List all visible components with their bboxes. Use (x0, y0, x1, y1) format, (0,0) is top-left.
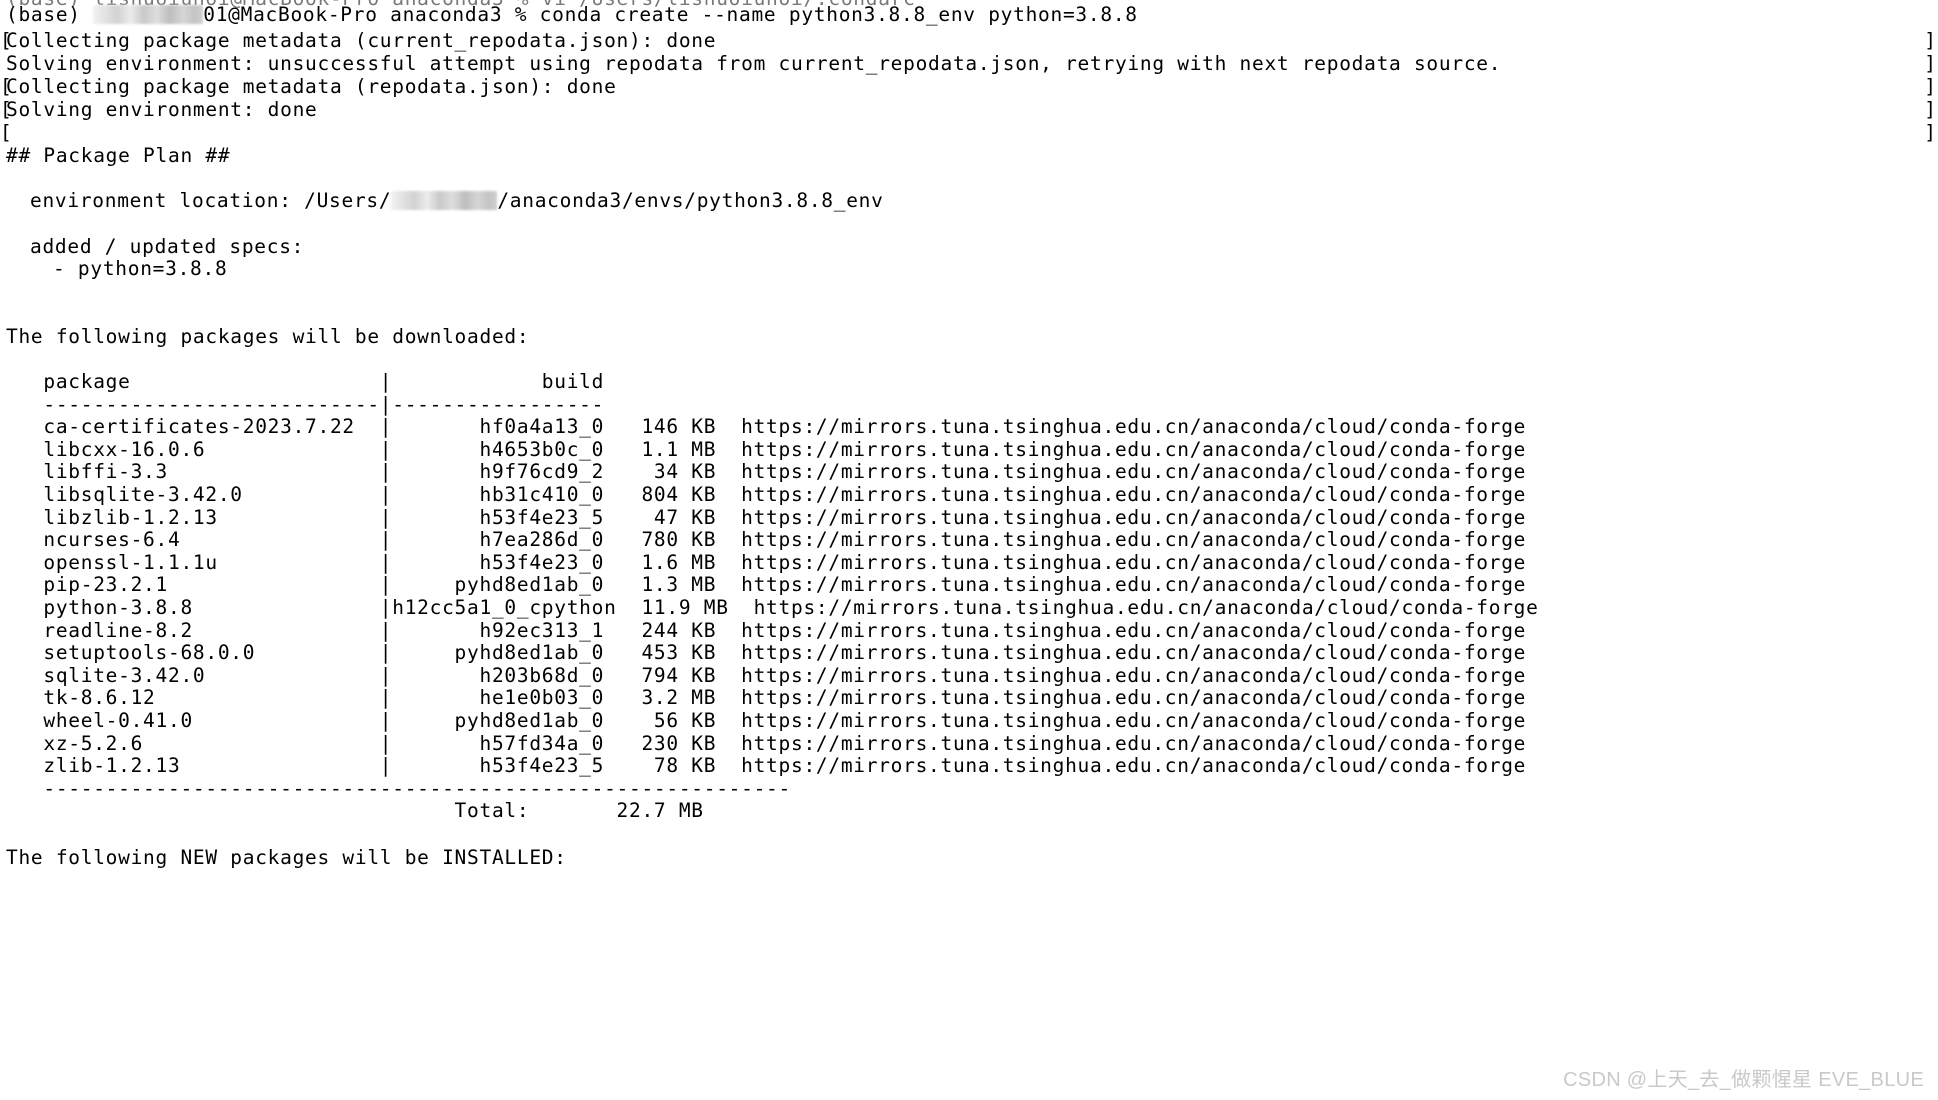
table-row: python-3.8.8 |h12cc5a1_0_cpython 11.9 MB… (6, 596, 1539, 619)
added-updated-spec-item: - python=3.8.8 (53, 257, 228, 280)
table-row: libsqlite-3.42.0 | hb31c410_0 804 KB htt… (6, 483, 1527, 506)
prompt-line: (base) 01@MacBook-Pro anaconda3 % conda … (6, 3, 1138, 27)
edge-artifact-left-2: [ (0, 75, 12, 98)
output-line-collecting-repodata: Collecting package metadata (repodata.js… (6, 75, 617, 98)
table-row: libffi-3.3 | h9f76cd9_2 34 KB https://mi… (6, 460, 1527, 484)
table-row: tk-8.6.12 | he1e0b03_0 3.2 MB https://mi… (6, 686, 1527, 710)
table-header-rule: ---------------------------|------------… (6, 392, 605, 416)
edge-artifact-4: ] (1924, 98, 1936, 121)
table-row: zlib-1.2.13 | h53f4e23_5 78 KB https://m… (6, 754, 1527, 778)
table-row: libzlib-1.2.13 | h53f4e23_5 47 KB https:… (6, 505, 1527, 529)
table-row: libcxx-16.0.6 | h4653b0c_0 1.1 MB https:… (6, 437, 1527, 461)
table-row: sqlite-3.42.0 | h203b68d_0 794 KB https:… (6, 663, 1527, 687)
terminal-window[interactable]: (base) lishuoiuhoi@MacBook-Pro anaconda3… (0, 0, 1938, 1100)
output-line-solving-done: Solving environment: done (6, 98, 318, 121)
edge-artifact-1: ] (1924, 29, 1936, 52)
package-plan-header: ## Package Plan ## (6, 144, 231, 167)
table-row: pip-23.2.1 | pyhd8ed1ab_0 1.3 MB https:/… (6, 573, 1527, 597)
prompt-prefix: (base) (6, 3, 94, 26)
edge-artifact-left-3: [ (0, 98, 12, 121)
table-row: ca-certificates-2023.7.22 | hf0a4a13_0 1… (6, 415, 1527, 439)
edge-artifact-5: ] (1924, 121, 1936, 144)
environment-location-redaction (391, 191, 498, 210)
environment-location-label: environment location: /Users/ (30, 189, 392, 212)
edge-artifact-2: ] (1924, 52, 1936, 75)
output-line-collecting-current-repodata: Collecting package metadata (current_rep… (6, 29, 717, 52)
table-header-row: package | build (6, 370, 605, 393)
prompt-command: 01@MacBook-Pro anaconda3 % conda create … (203, 3, 1138, 26)
environment-location-suffix: /anaconda3/envs/python3.8.8_env (497, 189, 884, 212)
edge-artifact-3: ] (1924, 75, 1936, 98)
edge-artifact-left-1: [ (0, 29, 12, 52)
environment-location-line: environment location: /Users/ /anaconda3/… (30, 189, 884, 213)
edge-artifact-left-4: [ (0, 121, 12, 144)
output-line-solving-retry: Solving environment: unsuccessful attemp… (6, 52, 1502, 75)
table-row: ncurses-6.4 | h7ea286d_0 780 KB https://… (6, 528, 1527, 552)
download-header: The following packages will be downloade… (6, 325, 530, 348)
added-updated-specs-label: added / updated specs: (30, 235, 305, 258)
table-total-row: Total: 22.7 MB (6, 799, 704, 823)
csdn-watermark: CSDN @上天_去_做颗惺星 EVE_BLUE (1563, 1069, 1924, 1091)
table-row: openssl-1.1.1u | h53f4e23_0 1.6 MB https… (6, 550, 1527, 574)
table-row: setuptools-68.0.0 | pyhd8ed1ab_0 453 KB … (6, 641, 1527, 665)
username-redaction (93, 5, 204, 24)
table-row: xz-5.2.6 | h57fd34a_0 230 KB https://mir… (6, 731, 1527, 755)
install-header: The following NEW packages will be INSTA… (6, 846, 567, 869)
table-row: readline-8.2 | h92ec313_1 244 KB https:/… (6, 618, 1527, 642)
table-row: wheel-0.41.0 | pyhd8ed1ab_0 56 KB https:… (6, 709, 1527, 732)
table-bottom-rule: ----------------------------------------… (6, 776, 791, 800)
